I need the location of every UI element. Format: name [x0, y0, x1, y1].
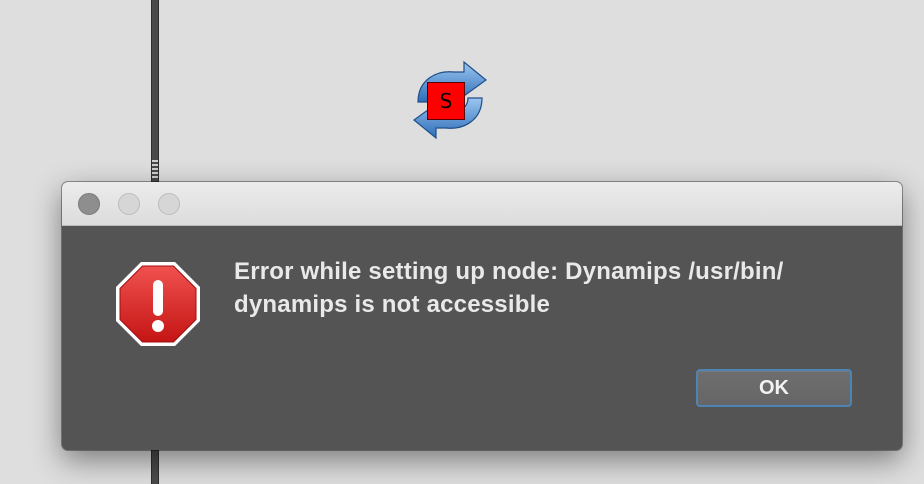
- splitter-grip-icon[interactable]: [152, 160, 158, 180]
- ok-button[interactable]: OK: [696, 369, 852, 407]
- close-icon[interactable]: [78, 193, 100, 215]
- topology-node[interactable]: S: [408, 58, 492, 142]
- dialog-titlebar[interactable]: [62, 182, 902, 226]
- minimize-icon[interactable]: [118, 193, 140, 215]
- desktop-background: S Error while setting up node: Dynamips …: [0, 0, 924, 484]
- ok-button-label: OK: [759, 376, 789, 399]
- error-dialog: Error while setting up node: Dynamips /u…: [62, 182, 902, 450]
- node-badge: S: [427, 82, 465, 120]
- error-message: Error while setting up node: Dynamips /u…: [234, 258, 784, 318]
- zoom-icon[interactable]: [158, 193, 180, 215]
- stop-sign-warning-icon: [114, 260, 202, 348]
- node-badge-letter: S: [439, 89, 453, 113]
